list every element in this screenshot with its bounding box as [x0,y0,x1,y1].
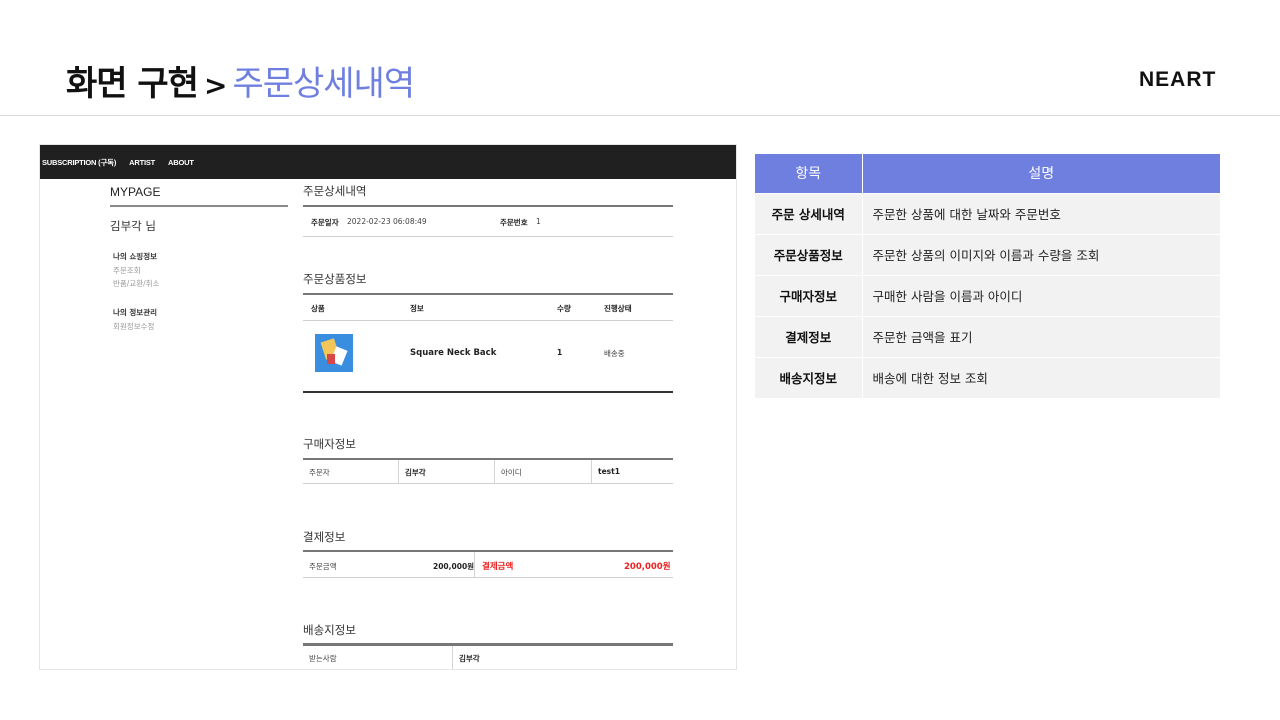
buyer-id-value: test1 [598,467,620,476]
page-screenshot: SUBSCRIPTION (구독) ARTIST ABOUT MYPAGE 김부… [39,144,737,670]
row-item: 결제정보 [755,315,863,357]
sidebar-divider [110,205,288,207]
row-item: 구매자정보 [755,274,863,316]
sidebar-user-name: 김부각 님 [110,219,156,233]
header-description: 설명 [862,154,1220,193]
order-detail-bottom-rule [303,236,673,237]
nav-item-about[interactable]: ABOUT [168,158,194,167]
order-number-value: 1 [536,217,541,226]
buyer-name-value: 김부각 [405,468,426,477]
row-item: 주문 상세내역 [755,192,863,234]
order-detail-rule [303,205,673,207]
payment-bottom-rule [303,577,673,578]
col-header-product: 상품 [311,304,325,313]
buyer-rule [303,458,673,460]
brand-logo: NEART [1139,68,1217,91]
buyer-id-label: 아이디 [501,468,522,477]
row-item: 배송지정보 [755,356,863,398]
payment-amount-label: 주문금액 [309,562,337,571]
top-nav: SUBSCRIPTION (구독) ARTIST ABOUT [40,145,736,179]
order-items-header-rule [303,320,673,321]
sidebar-link-edit-profile[interactable]: 회원정보수정 [113,321,154,332]
buyer-name-label: 주문자 [309,468,330,477]
row-description: 주문한 상품에 대한 날짜와 주문번호 [862,192,1220,234]
description-table-header: 항목 설명 [755,154,1220,193]
buyer-divider-2 [494,460,495,483]
shipping-recipient-value: 김부각 [459,654,480,663]
row-description: 구매한 사람을 이름과 아이디 [862,274,1220,316]
sidebar-link-returns[interactable]: 반품/교환/취소 [113,278,159,289]
table-row: 결제정보 주문한 금액을 표기 [755,315,1220,357]
row-item: 주문상품정보 [755,233,863,275]
table-row: 주문상품정보 주문한 상품의 이미지와 이름과 수량을 조회 [755,233,1220,275]
header-divider [0,115,1280,116]
sidebar-group-shopping: 나의 쇼핑정보 [113,252,158,261]
shipping-recipient-label: 받는사람 [309,654,337,663]
shipping-divider [452,646,453,669]
buyer-title: 구매자정보 [303,437,356,451]
col-header-info: 정보 [410,304,424,313]
row-description: 배송에 대한 정보 조회 [862,356,1220,398]
payment-amount-value: 200,000원 [433,562,475,571]
sidebar-group-account: 나의 정보관리 [113,308,158,317]
table-row: 주문 상세내역 주문한 상품에 대한 날짜와 주문번호 [755,192,1220,234]
description-table: 항목 설명 주문 상세내역 주문한 상품에 대한 날짜와 주문번호 주문상품정보… [755,154,1220,398]
slide-title-arrow: > [203,69,227,102]
slide-title-sub: 주문상세내역 [232,64,415,104]
product-status: 배송중 [604,349,625,358]
col-header-status: 진행상태 [604,304,632,313]
order-number-label: 주문번호 [500,218,528,227]
sidebar-title: MYPAGE [110,185,161,199]
order-detail-title: 주문상세내역 [303,184,367,198]
payment-rule [303,550,673,552]
product-qty: 1 [557,348,563,357]
buyer-divider-3 [591,460,592,483]
order-items-bottom-rule [303,391,673,393]
payment-paid-value: 200,000원 [624,562,671,572]
payment-title: 결제정보 [303,530,346,544]
payment-divider [474,552,475,577]
row-description: 주문한 금액을 표기 [862,315,1220,357]
shipping-bottom-rule [303,669,673,670]
nav-item-subscription[interactable]: SUBSCRIPTION (구독) [42,157,116,168]
sidebar-link-order-lookup[interactable]: 주문조회 [113,265,141,276]
order-date-value: 2022-02-23 06:08:49 [347,217,427,226]
order-items-rule [303,293,673,295]
shipping-title: 배송지정보 [303,623,356,637]
order-items-title: 주문상품정보 [303,272,367,286]
col-header-qty: 수량 [557,304,571,313]
slide-title: 화면 구현 > 주문상세내역 [66,56,415,105]
product-name[interactable]: Square Neck Back [410,348,496,358]
header-item: 항목 [755,154,863,193]
table-row: 구매자정보 구매한 사람을 이름과 아이디 [755,274,1220,316]
shipping-rule [303,643,673,646]
table-row: 배송지정보 배송에 대한 정보 조회 [755,356,1220,398]
slide-title-main: 화면 구현 [66,64,199,104]
order-date-label: 주문일자 [311,218,339,227]
product-thumbnail[interactable] [315,334,353,372]
buyer-bottom-rule [303,483,673,484]
payment-paid-label: 결제금액 [482,562,514,572]
nav-item-artist[interactable]: ARTIST [129,158,155,167]
buyer-divider-1 [398,460,399,483]
row-description: 주문한 상품의 이미지와 이름과 수량을 조회 [862,233,1220,275]
